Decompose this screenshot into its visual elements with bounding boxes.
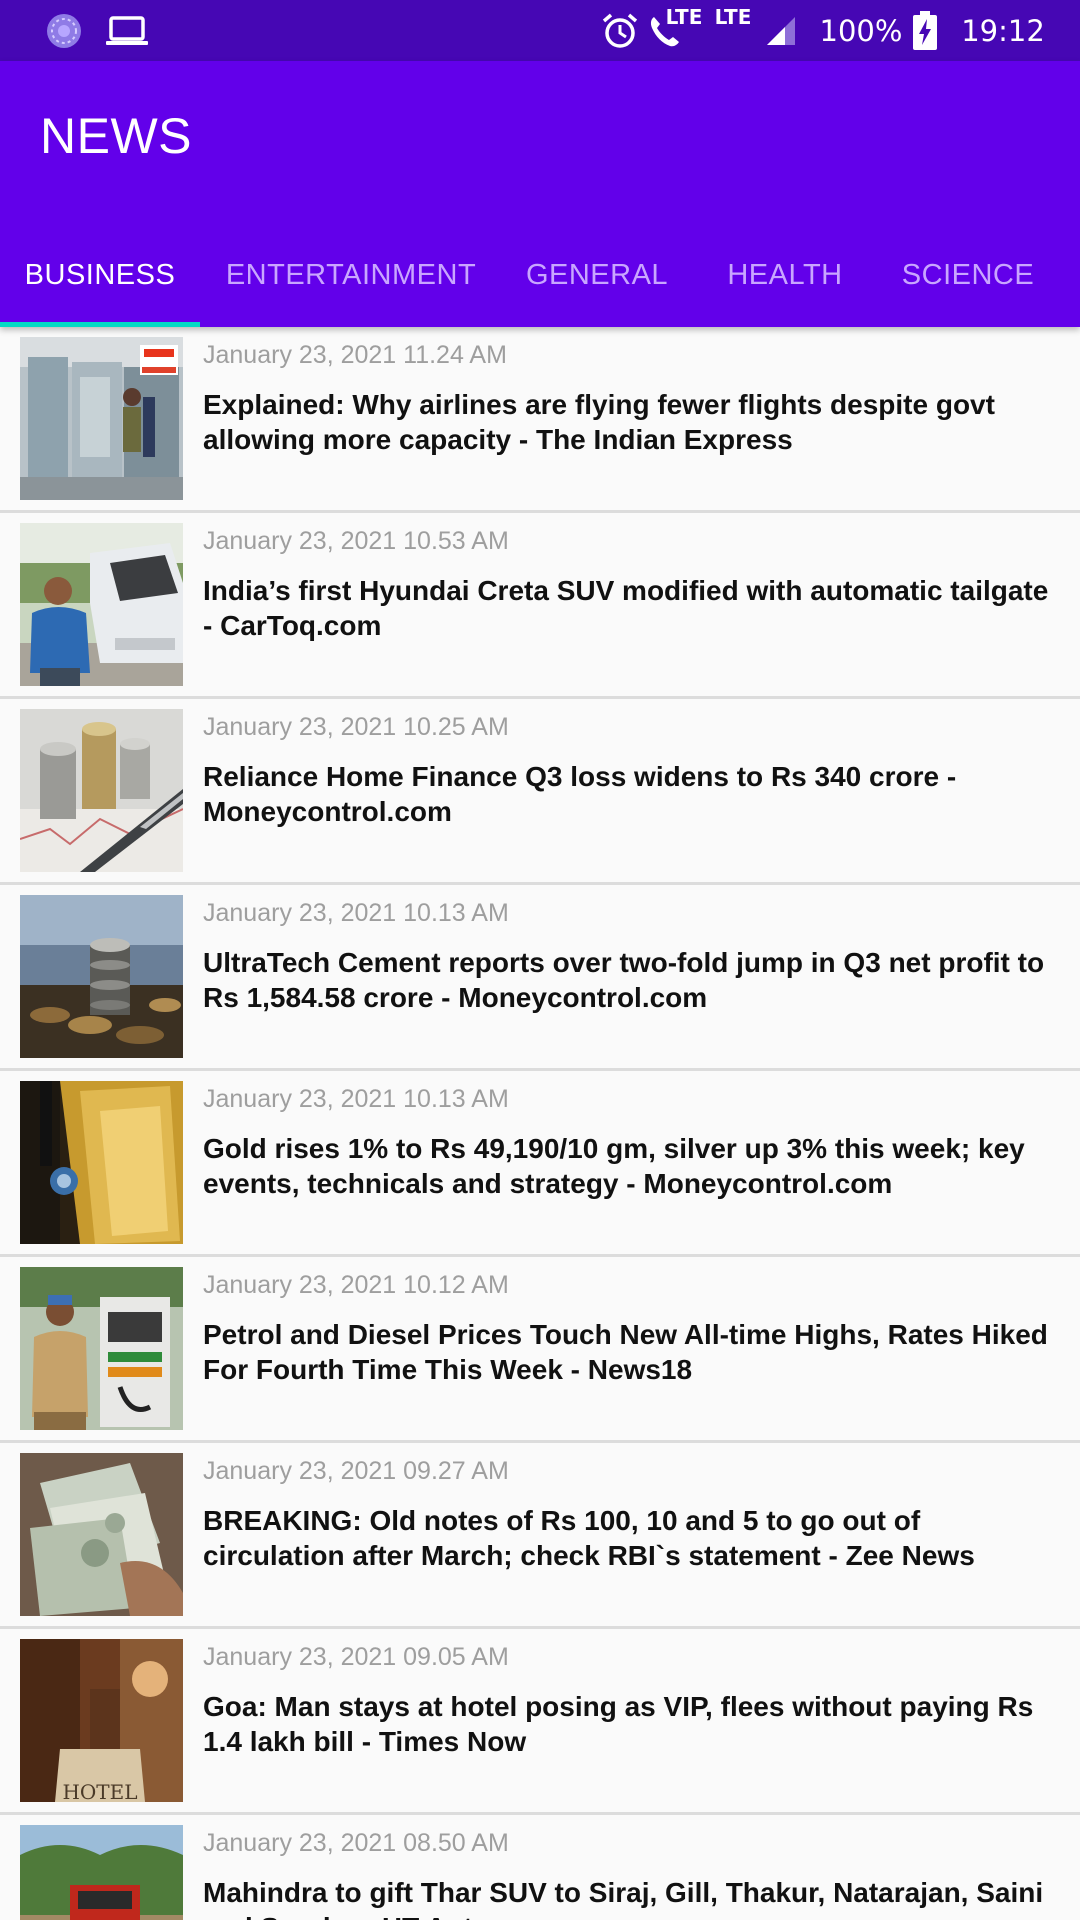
laptop-icon [104, 0, 150, 61]
alarm-icon [600, 0, 640, 61]
tab-health[interactable]: HEALTH [692, 223, 878, 327]
news-item[interactable]: January 23, 2021 08.50 AM Mahindra to gi… [0, 1815, 1080, 1920]
app-notification-icon [44, 0, 84, 61]
app-title: NEWS [40, 108, 192, 164]
battery-charging-icon [910, 0, 940, 61]
lte-label-2: LTE [714, 4, 752, 29]
active-tab-indicator [0, 322, 200, 327]
news-item[interactable]: January 23, 2021 10.25 AM Reliance Home … [0, 699, 1080, 885]
news-headline[interactable]: India’s first Hyundai Creta SUV modified… [203, 573, 1063, 643]
news-date: January 23, 2021 10.53 AM [203, 527, 509, 555]
status-bar: LTE LTE 100% 19:12 [0, 0, 1080, 61]
airport-staff-thumbnail [20, 337, 183, 500]
news-headline[interactable]: Explained: Why airlines are flying fewer… [203, 387, 1063, 457]
fuel-pump-thumbnail [20, 1267, 183, 1430]
news-item[interactable]: January 23, 2021 10.53 AM India’s first … [0, 513, 1080, 699]
news-headline[interactable]: Petrol and Diesel Prices Touch New All-t… [203, 1317, 1063, 1387]
tab-business[interactable]: BUSINESS [0, 223, 200, 327]
news-item[interactable]: HOTEL January 23, 2021 09.05 AM Goa: Man… [0, 1629, 1080, 1815]
news-headline[interactable]: BREAKING: Old notes of Rs 100, 10 and 5 … [203, 1503, 1063, 1573]
news-date: January 23, 2021 11.24 AM [203, 341, 507, 369]
status-time: 19:12 [961, 13, 1045, 48]
news-item[interactable]: January 23, 2021 10.12 AM Petrol and Die… [0, 1257, 1080, 1443]
news-item[interactable]: January 23, 2021 11.24 AM Explained: Why… [0, 327, 1080, 513]
news-headline[interactable]: Mahindra to gift Thar SUV to Siraj, Gill… [203, 1875, 1063, 1920]
news-date: January 23, 2021 10.13 AM [203, 1085, 509, 1113]
tab-science[interactable]: SCIENCE [878, 223, 1058, 327]
news-item[interactable]: January 23, 2021 10.13 AM UltraTech Ceme… [0, 885, 1080, 1071]
news-list[interactable]: January 23, 2021 11.24 AM Explained: Why… [0, 327, 1080, 1920]
hotel-sign-thumbnail: HOTEL [20, 1639, 183, 1802]
battery-percent: 100% [819, 13, 903, 48]
news-date: January 23, 2021 10.13 AM [203, 899, 509, 927]
red-thar-thumbnail [20, 1825, 183, 1920]
currency-notes-thumbnail [20, 1453, 183, 1616]
tab-entertainment[interactable]: ENTERTAINMENT [200, 223, 502, 327]
coins-and-pen-thumbnail [20, 709, 183, 872]
gold-bar-thumbnail [20, 1081, 183, 1244]
news-date: January 23, 2021 08.50 AM [203, 1829, 509, 1857]
news-item[interactable]: January 23, 2021 10.13 AM Gold rises 1% … [0, 1071, 1080, 1257]
category-tabs: BUSINESS ENTERTAINMENT GENERAL HEALTH SC… [0, 223, 1080, 327]
tab-general[interactable]: GENERAL [502, 223, 692, 327]
news-headline[interactable]: Reliance Home Finance Q3 loss widens to … [203, 759, 1063, 829]
lte-label-1: LTE [665, 4, 703, 29]
news-date: January 23, 2021 09.05 AM [203, 1643, 509, 1671]
news-headline[interactable]: Gold rises 1% to Rs 49,190/10 gm, silver… [203, 1131, 1063, 1201]
news-date: January 23, 2021 10.25 AM [203, 713, 509, 741]
app-bar: NEWS BUSINESS ENTERTAINMENT GENERAL HEAL… [0, 61, 1080, 327]
news-item[interactable]: January 23, 2021 09.27 AM BREAKING: Old … [0, 1443, 1080, 1629]
suv-owner-thumbnail [20, 523, 183, 686]
news-headline[interactable]: UltraTech Cement reports over two-fold j… [203, 945, 1063, 1015]
coin-stacks-thumbnail [20, 895, 183, 1058]
news-date: January 23, 2021 09.27 AM [203, 1457, 509, 1485]
signal-icon [764, 0, 798, 61]
news-headline[interactable]: Goa: Man stays at hotel posing as VIP, f… [203, 1689, 1063, 1759]
news-date: January 23, 2021 10.12 AM [203, 1271, 509, 1299]
svg-text:HOTEL: HOTEL [62, 1780, 137, 1802]
